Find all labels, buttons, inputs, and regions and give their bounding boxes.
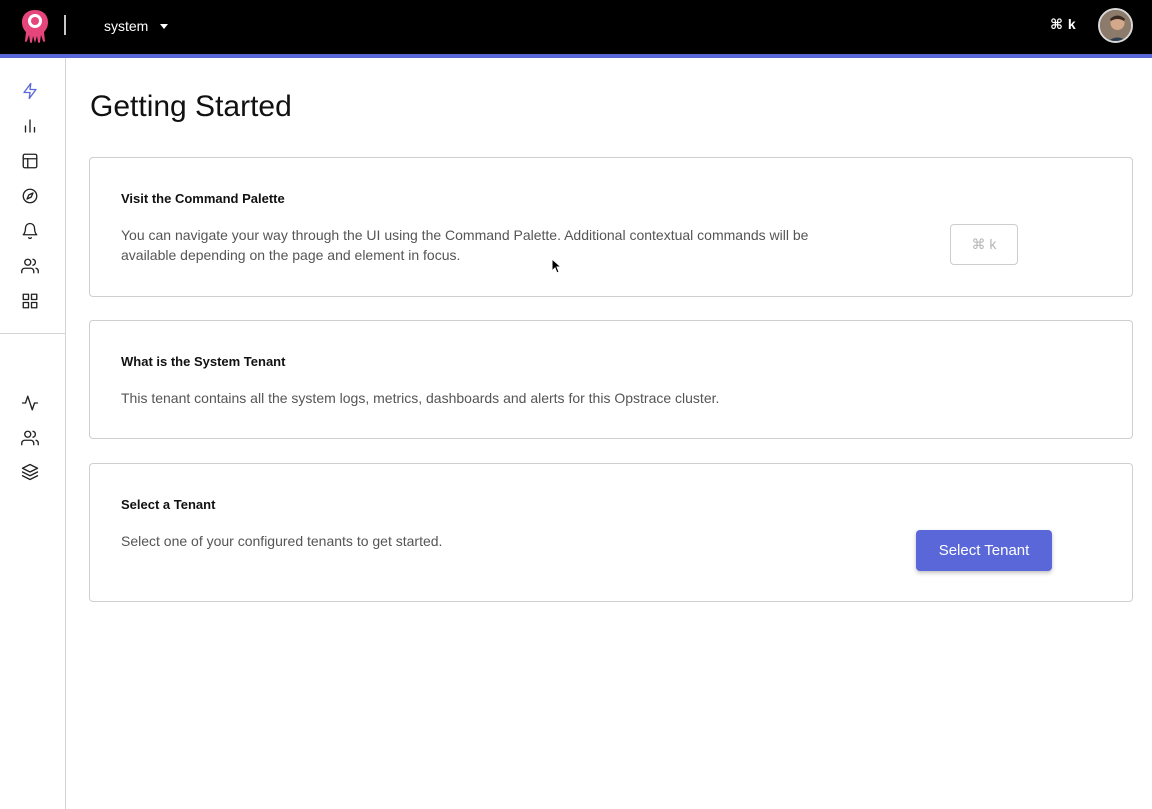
sidebar-item-getting-started[interactable] xyxy=(19,80,41,102)
topbar-divider xyxy=(64,15,66,35)
bell-icon xyxy=(22,222,38,240)
layers-icon xyxy=(21,463,39,481)
system-tenant-card: What is the System Tenant This tenant co… xyxy=(89,320,1133,439)
grid-icon xyxy=(22,293,38,309)
card-body: This tenant contains all the system logs… xyxy=(121,390,720,406)
sidebar-item-explore[interactable] xyxy=(19,185,41,207)
caret-down-icon xyxy=(160,23,169,29)
page-title: Getting Started xyxy=(90,90,292,123)
open-command-palette-button[interactable]: ⌘ k xyxy=(950,224,1018,265)
select-tenant-card: Select a Tenant Select one of your confi… xyxy=(89,463,1133,602)
sidebar-item-tenants[interactable] xyxy=(19,461,41,483)
card-heading: What is the System Tenant xyxy=(121,354,286,369)
sidebar-item-cluster-users[interactable] xyxy=(19,427,41,449)
bar-chart-icon xyxy=(24,119,36,133)
sidebar-item-alerts[interactable] xyxy=(19,220,41,242)
users-icon xyxy=(21,430,39,446)
tenant-name: system xyxy=(104,18,149,34)
layout-icon xyxy=(22,153,38,169)
avatar[interactable] xyxy=(1098,8,1133,43)
card-body: Select one of your configured tenants to… xyxy=(121,533,443,549)
sidebar-item-metrics[interactable] xyxy=(19,115,41,137)
users-icon xyxy=(21,258,39,274)
compass-icon xyxy=(22,188,38,204)
command-palette-shortcut[interactable]: ⌘ k xyxy=(1050,16,1076,33)
card-body: You can navigate your way through the UI… xyxy=(121,227,809,263)
sidebar-item-dashboards[interactable] xyxy=(19,150,41,172)
topbar-accent-bar xyxy=(0,54,1152,58)
opstrace-logo-icon[interactable] xyxy=(20,8,50,44)
command-palette-card: Visit the Command Palette You can naviga… xyxy=(89,157,1133,297)
top-bar: system ⌘ k xyxy=(0,0,1152,54)
sidebar xyxy=(0,58,66,809)
sidebar-item-integrations[interactable] xyxy=(19,290,41,312)
lightning-icon xyxy=(23,82,37,100)
tenant-picker[interactable]: system xyxy=(96,10,176,42)
mouse-cursor-icon xyxy=(551,257,563,274)
select-tenant-button[interactable]: Select Tenant xyxy=(916,530,1052,571)
card-heading: Visit the Command Palette xyxy=(121,191,285,206)
card-heading: Select a Tenant xyxy=(121,497,216,512)
sidebar-divider xyxy=(0,333,65,334)
activity-icon xyxy=(21,395,39,411)
sidebar-item-users[interactable] xyxy=(19,255,41,277)
sidebar-item-cluster-health[interactable] xyxy=(19,392,41,414)
